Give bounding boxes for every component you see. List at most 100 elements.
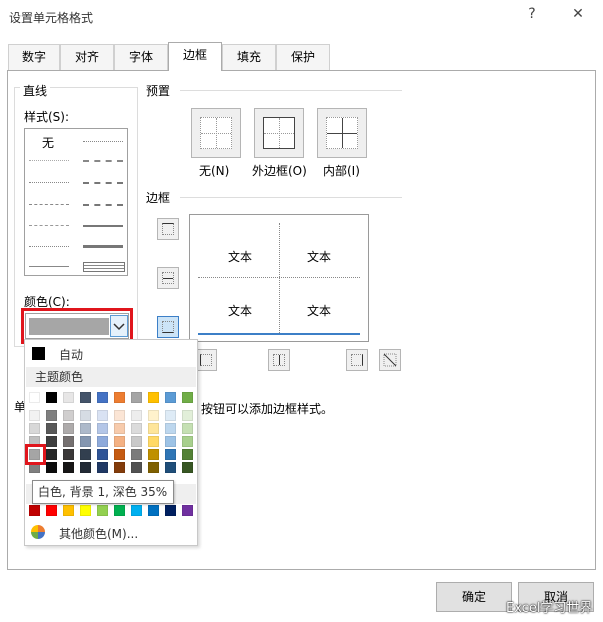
theme-shade-swatch[interactable] (97, 462, 108, 473)
standard-color-swatch[interactable] (131, 505, 142, 516)
standard-color-swatch[interactable] (165, 505, 176, 516)
preset-none-button[interactable] (191, 108, 241, 158)
standard-color-swatch[interactable] (182, 505, 193, 516)
help-button[interactable]: ? (522, 6, 542, 22)
ok-button[interactable]: 确定 (436, 582, 512, 612)
border-middle-v-button[interactable] (268, 349, 290, 371)
tab-font[interactable]: 字体 (114, 44, 168, 70)
theme-shade-swatch[interactable] (63, 436, 74, 447)
standard-color-swatch[interactable] (63, 505, 74, 516)
tab-border[interactable]: 边框 (168, 42, 222, 71)
theme-shade-swatch[interactable] (131, 423, 142, 434)
theme-shade-swatch[interactable] (63, 449, 74, 460)
theme-shade-swatch[interactable] (46, 423, 57, 434)
preset-inside-button[interactable] (317, 108, 367, 158)
auto-color-option[interactable]: 自动 (59, 346, 83, 363)
theme-shade-swatch[interactable] (46, 462, 57, 473)
border-bottom-button[interactable] (157, 316, 179, 338)
standard-color-swatch[interactable] (148, 505, 159, 516)
border-right-button[interactable] (346, 349, 368, 371)
theme-shade-swatch[interactable] (80, 410, 91, 421)
color-dropdown-button[interactable] (110, 315, 128, 337)
preview-text-3: 文本 (228, 304, 253, 318)
theme-shade-swatch[interactable] (182, 423, 193, 434)
theme-shade-swatch[interactable] (97, 423, 108, 434)
theme-color-swatch[interactable] (114, 392, 125, 403)
theme-color-swatch[interactable] (165, 392, 176, 403)
theme-color-swatch[interactable] (131, 392, 142, 403)
theme-shade-swatch[interactable] (148, 436, 159, 447)
theme-color-swatch[interactable] (182, 392, 193, 403)
theme-shade-swatch[interactable] (97, 436, 108, 447)
theme-color-swatch[interactable] (80, 392, 91, 403)
selected-swatch-highlight (25, 444, 46, 465)
theme-shade-swatch[interactable] (131, 449, 142, 460)
theme-shade-swatch[interactable] (165, 410, 176, 421)
theme-shade-swatch[interactable] (29, 423, 40, 434)
standard-color-swatch[interactable] (97, 505, 108, 516)
theme-color-swatch[interactable] (29, 392, 40, 403)
theme-shade-swatch[interactable] (63, 423, 74, 434)
close-button[interactable]: ✕ (568, 6, 588, 22)
theme-shade-swatch[interactable] (97, 410, 108, 421)
theme-shade-swatch[interactable] (80, 423, 91, 434)
tab-protection[interactable]: 保护 (276, 44, 330, 70)
line-style-none[interactable]: 无 (42, 134, 54, 151)
theme-shade-swatch[interactable] (80, 449, 91, 460)
theme-shade-swatch[interactable] (46, 449, 57, 460)
theme-shade-swatch[interactable] (114, 449, 125, 460)
line-style-list[interactable]: 无 (24, 128, 128, 276)
theme-shade-swatch[interactable] (165, 423, 176, 434)
theme-shade-swatch[interactable] (97, 449, 108, 460)
preset-outline-button[interactable] (254, 108, 304, 158)
theme-shade-swatch[interactable] (165, 462, 176, 473)
theme-shade-swatch[interactable] (114, 423, 125, 434)
theme-shade-swatch[interactable] (165, 436, 176, 447)
border-divider (180, 197, 402, 198)
border-left-button[interactable] (195, 349, 217, 371)
border-diagonal-button[interactable] (379, 349, 401, 371)
theme-shade-swatch[interactable] (165, 449, 176, 460)
standard-color-swatch[interactable] (80, 505, 91, 516)
theme-shade-swatch[interactable] (46, 410, 57, 421)
theme-shade-swatch[interactable] (80, 462, 91, 473)
theme-shade-swatch[interactable] (80, 436, 91, 447)
tab-fill[interactable]: 填充 (222, 44, 276, 70)
color-dropdown[interactable] (25, 313, 129, 339)
theme-shade-swatch[interactable] (114, 462, 125, 473)
theme-shade-swatch[interactable] (46, 436, 57, 447)
standard-color-swatch[interactable] (29, 505, 40, 516)
auto-color-swatch[interactable] (32, 347, 45, 360)
theme-shade-swatch[interactable] (182, 462, 193, 473)
theme-color-swatch[interactable] (46, 392, 57, 403)
theme-shade-swatch[interactable] (63, 462, 74, 473)
theme-shade-swatch[interactable] (148, 449, 159, 460)
more-colors-option[interactable]: 其他颜色(M)... (59, 525, 138, 542)
theme-shade-swatch[interactable] (114, 410, 125, 421)
theme-shade-swatch[interactable] (131, 410, 142, 421)
theme-shade-swatch[interactable] (182, 410, 193, 421)
border-top-button[interactable] (157, 218, 179, 240)
theme-shade-swatch[interactable] (131, 462, 142, 473)
standard-color-swatch[interactable] (114, 505, 125, 516)
theme-shade-swatch[interactable] (148, 462, 159, 473)
theme-shade-swatch[interactable] (114, 436, 125, 447)
preset-outline-label: 外边框(O) (252, 164, 307, 178)
theme-shade-swatch[interactable] (148, 410, 159, 421)
theme-shade-swatch[interactable] (63, 410, 74, 421)
border-label: 边框 (146, 191, 171, 205)
tab-alignment[interactable]: 对齐 (60, 44, 114, 70)
tab-number[interactable]: 数字 (8, 44, 60, 70)
border-middle-h-button[interactable] (157, 267, 179, 289)
theme-shade-swatch[interactable] (148, 423, 159, 434)
selected-color-swatch (29, 318, 109, 335)
theme-color-swatch[interactable] (148, 392, 159, 403)
theme-shade-swatch[interactable] (182, 436, 193, 447)
theme-color-swatch[interactable] (97, 392, 108, 403)
standard-color-swatch[interactable] (46, 505, 57, 516)
theme-shade-swatch[interactable] (29, 410, 40, 421)
theme-shade-swatch[interactable] (131, 436, 142, 447)
theme-shade-swatch[interactable] (182, 449, 193, 460)
theme-color-swatch[interactable] (63, 392, 74, 403)
border-preview[interactable]: 文本 文本 文本 文本 (189, 214, 369, 342)
